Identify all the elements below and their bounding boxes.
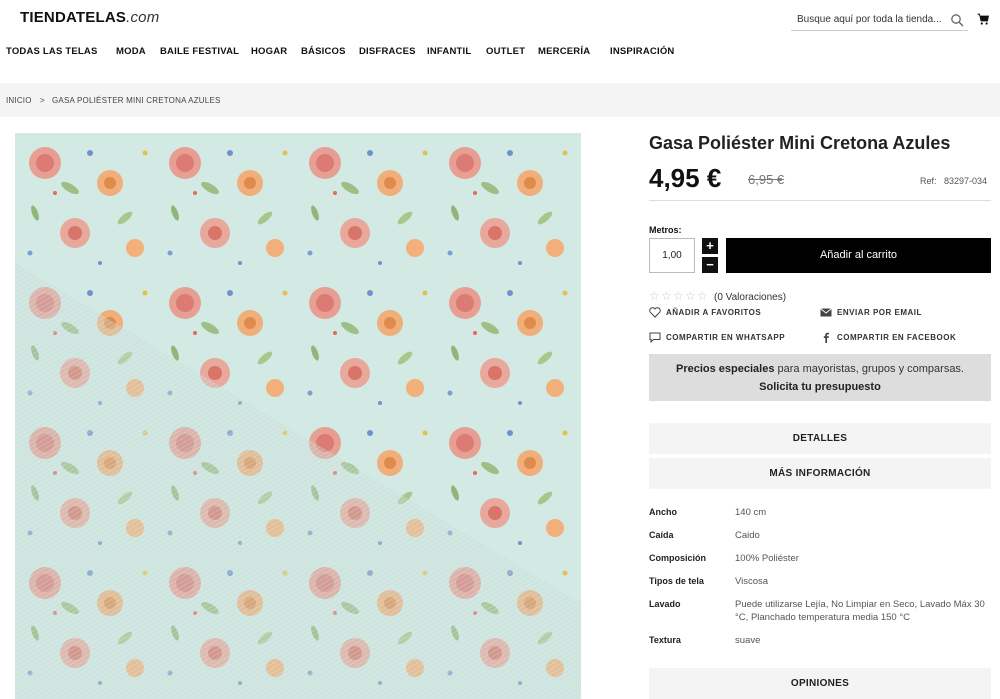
breadcrumb-home[interactable]: INICIO [6, 96, 32, 105]
promo-text: Precios especiales para mayoristas, grup… [676, 363, 964, 375]
decrease-quantity-button[interactable]: − [702, 257, 718, 273]
speech-bubble-icon [649, 332, 661, 343]
spec-label: Ancho [649, 507, 677, 517]
details-tab[interactable]: DETALLES [649, 423, 991, 454]
nav-item-hogar[interactable]: HOGAR [251, 46, 287, 57]
nav-item-basicos[interactable]: BÁSICOS [301, 46, 346, 57]
send-email-link[interactable]: ENVIAR POR EMAIL [837, 308, 922, 317]
spec-value: 140 cm [735, 507, 767, 518]
more-info-tab[interactable]: MÁS INFORMACIÓN [649, 458, 991, 489]
product-price: 4,95 € [649, 163, 722, 193]
add-to-cart-button[interactable]: Añadir al carrito [726, 238, 991, 273]
product-title: Gasa Poliéster Mini Cretona Azules [649, 133, 951, 153]
star-icon: ☆ [697, 289, 708, 303]
spec-label: Lavado [649, 599, 681, 609]
spec-label: Textura [649, 635, 681, 645]
breadcrumb-current: GASA POLIÉSTER MINI CRETONA AZULES [52, 96, 221, 105]
star-icon: ☆ [673, 289, 684, 303]
spec-value: 100% Poliéster [735, 553, 799, 564]
spec-label: Caída [649, 530, 674, 540]
nav-item-outlet[interactable]: OUTLET [486, 46, 525, 57]
breadcrumb: INICIO > GASA POLIÉSTER MINI CRETONA AZU… [0, 83, 1000, 117]
reviews-count[interactable]: (0 Valoraciones) [714, 292, 786, 303]
reviews-tab[interactable]: OPINIONES [649, 668, 991, 699]
nav-item-baile-festival[interactable]: BAILE FESTIVAL [160, 46, 239, 57]
spec-value: Caido [735, 530, 760, 541]
envelope-icon [820, 308, 832, 317]
search-input[interactable] [791, 9, 941, 30]
nav-item-moda[interactable]: MODA [116, 46, 146, 57]
ref-value: 83297-034 [944, 176, 988, 186]
spec-label: Tipos de tela [649, 576, 704, 586]
cart-icon[interactable] [977, 13, 989, 25]
star-icon: ☆ [649, 289, 660, 303]
facebook-icon [823, 332, 829, 343]
nav-item-infantil[interactable]: INFANTIL [427, 46, 471, 57]
nav-item-todas-las-telas[interactable]: TODAS LAS TELAS [6, 46, 98, 57]
wholesale-promo-banner[interactable]: Precios especiales para mayoristas, grup… [649, 354, 991, 401]
metros-label: Metros: [649, 225, 682, 235]
search-box [791, 9, 968, 31]
spec-value: Puede utilizarse Lejía, No Limpiar en Se… [735, 599, 985, 623]
share-facebook-link[interactable]: COMPARTIR EN FACEBOOK [837, 333, 956, 342]
search-icon[interactable] [950, 13, 964, 27]
ref-label: Ref: [920, 176, 937, 186]
increase-quantity-button[interactable]: + [702, 238, 718, 254]
divider [649, 200, 991, 201]
star-icon: ☆ [685, 289, 696, 303]
spec-value: suave [735, 635, 761, 646]
site-logo[interactable]: TIENDATELAS.com [20, 9, 159, 26]
rating-stars[interactable]: ☆ ☆ ☆ ☆ ☆ [649, 290, 709, 302]
product-image[interactable] [15, 133, 581, 699]
nav-item-disfraces[interactable]: DISFRACES [359, 46, 416, 57]
request-quote-link[interactable]: Solicita tu presupuesto [649, 381, 991, 393]
share-whatsapp-link[interactable]: COMPARTIR EN WHATSAPP [666, 333, 785, 342]
product-old-price: 6,95 € [748, 172, 785, 187]
quantity-input[interactable] [649, 238, 695, 273]
nav-item-inspiracion[interactable]: INSPIRACIÓN [610, 46, 674, 57]
nav-item-merceria[interactable]: MERCERÍA [538, 46, 590, 57]
spec-value: Viscosa [735, 576, 769, 587]
star-icon: ☆ [661, 289, 672, 303]
chevron-right-icon: > [40, 96, 45, 105]
add-to-favorites-link[interactable]: AÑADIR A FAVORITOS [666, 308, 761, 317]
spec-label: Composición [649, 553, 707, 563]
heart-icon [649, 307, 661, 318]
